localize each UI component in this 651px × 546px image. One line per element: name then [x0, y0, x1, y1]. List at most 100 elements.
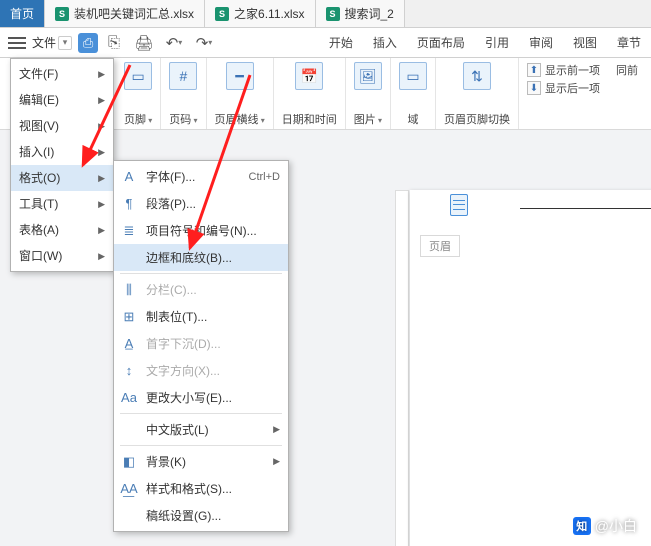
menu2-label: 制表位(T)... — [146, 308, 207, 325]
tab-home[interactable]: 首页 — [0, 0, 45, 27]
menu2-item[interactable]: ¶段落(P)... — [114, 190, 288, 217]
print-preview-icon[interactable]: ⎘ — [100, 29, 128, 57]
zhihu-icon: 知 — [573, 517, 591, 535]
ribbon-tab-insert[interactable]: 插入 — [363, 28, 407, 58]
menu2-item[interactable]: 边框和底纹(B)... — [114, 244, 288, 271]
menu2-label: 背景(K) — [146, 453, 186, 470]
ribbon-tab-view[interactable]: 视图 — [563, 28, 607, 58]
menu2-item[interactable]: 稿纸设置(G)... — [114, 502, 288, 529]
file-menu-button[interactable]: 文件▾ — [28, 34, 76, 51]
menu1-label: 表格(A) — [19, 217, 59, 243]
show-next-button[interactable]: ⬇显示后一项 — [527, 80, 600, 96]
next-icon: ⬇ — [527, 81, 541, 95]
menu2-item[interactable]: Aa更改大小写(E)... — [114, 384, 288, 411]
menu-item-icon: ⫼ — [120, 281, 138, 299]
chevron-down-icon: ▾ — [58, 36, 72, 50]
menu-item-icon: ◧ — [120, 453, 138, 471]
watermark-text: @小白 — [595, 516, 637, 536]
header-line-icon: ━ — [226, 62, 254, 90]
menu1-label: 插入(I) — [19, 139, 54, 165]
menu2-item[interactable]: 中文版式(L)▶ — [114, 416, 288, 443]
page-footer-icon: ▭ — [124, 62, 152, 90]
menu1-label: 文件(F) — [19, 61, 58, 87]
submenu-arrow-icon: ▶ — [98, 87, 105, 113]
menu1-label: 编辑(E) — [19, 87, 59, 113]
ribbon-tab-start[interactable]: 开始 — [319, 28, 363, 58]
label: 页脚 — [124, 114, 146, 126]
header-tag: 页眉 — [420, 235, 460, 257]
menu2-label: 边框和底纹(B)... — [146, 249, 232, 266]
menu-item-icon: ≣ — [120, 222, 138, 240]
menu1-item[interactable]: 编辑(E) ▶ — [11, 87, 113, 113]
menu2-item[interactable]: A字体(F)...Ctrl+D — [114, 163, 288, 190]
label: 域 — [408, 111, 419, 127]
menu2-item[interactable]: ≣ 项目符号和编号(N)... — [114, 217, 288, 244]
menu-item-icon: A̲ — [120, 335, 138, 353]
ribbon-picture[interactable]: 🖼图片 ▾ — [346, 58, 391, 129]
menu-item-icon: Aa — [120, 389, 138, 407]
format-submenu: A字体(F)...Ctrl+D¶段落(P)... ≣ 项目符号和编号(N)... 边框… — [113, 160, 289, 532]
xls-icon: S — [326, 7, 340, 21]
menu1-item[interactable]: 工具(T)▶ — [11, 191, 113, 217]
header-border — [520, 208, 651, 209]
menu-item-icon — [120, 249, 138, 267]
same-prev-button: 同前 — [616, 62, 638, 78]
menu2-label: 样式和格式(S)... — [146, 480, 232, 497]
label: 页眉页脚切换 — [444, 111, 510, 127]
picture-icon: 🖼 — [354, 62, 382, 90]
ribbon-datetime[interactable]: 📅日期和时间 — [274, 58, 346, 129]
ribbon-tab-layout[interactable]: 页面布局 — [407, 28, 475, 58]
ribbon-field[interactable]: ▭域 — [391, 58, 436, 129]
ribbon-page-footer[interactable]: ▭页脚 ▾ — [116, 58, 161, 129]
menu2-item[interactable]: A͟A 样式和格式(S)... — [114, 475, 288, 502]
hf-switch-icon: ⇅ — [463, 62, 491, 90]
tab-label: 装机吧关键词汇总.xlsx — [74, 5, 194, 22]
header-options-icon[interactable] — [450, 194, 468, 216]
menu1-label: 工具(T) — [19, 191, 58, 217]
menu2-label: 字体(F)... — [146, 168, 195, 185]
ribbon-hf-switch[interactable]: ⇅ 页眉页脚切换 — [436, 58, 519, 129]
submenu-arrow-icon: ▶ — [273, 424, 280, 435]
menu1-label: 视图(V) — [19, 113, 59, 139]
menu2-label: 段落(P)... — [146, 195, 196, 212]
menu1-item[interactable]: 窗口(W)▶ — [11, 243, 113, 269]
submenu-arrow-icon: ▶ — [98, 113, 105, 139]
ribbon-page-number[interactable]: #页码 ▾ — [161, 58, 206, 129]
menu1-item[interactable]: 插入(I)▶ — [11, 139, 113, 165]
ribbon-header-line[interactable]: ━页眉横线 ▾ — [207, 58, 274, 129]
xls-icon: S — [55, 7, 69, 21]
save-icon[interactable]: ⎙ — [78, 33, 98, 53]
ribbon-tab-reference[interactable]: 引用 — [475, 28, 519, 58]
menu1-label: 格式(O) — [19, 165, 60, 191]
page-number-icon: # — [169, 62, 197, 90]
menu2-label: 项目符号和编号(N)... — [146, 222, 257, 239]
ribbon-tab-review[interactable]: 审阅 — [519, 28, 563, 58]
menu2-label: 分栏(C)... — [146, 281, 197, 298]
ribbon-tab-chapter[interactable]: 章节 — [607, 28, 651, 58]
menu1-item[interactable]: 表格(A)▶ — [11, 217, 113, 243]
tab-file-1[interactable]: S之家6.11.xlsx — [205, 0, 315, 27]
vertical-ruler — [395, 190, 409, 546]
menu1-item[interactable]: 视图(V) ▶ — [11, 113, 113, 139]
menu2-label: 文字方向(X)... — [146, 362, 220, 379]
menu1-item[interactable]: 文件(F)▶ — [11, 61, 113, 87]
menu2-label: 稿纸设置(G)... — [146, 507, 221, 524]
watermark: 知@小白 — [573, 516, 637, 536]
label: 图片 — [354, 114, 376, 126]
tab-file-0[interactable]: S 装机吧关键词汇总.xlsx — [45, 0, 205, 27]
calendar-icon: 📅 — [295, 62, 323, 90]
menu2-label: 首字下沉(D)... — [146, 335, 221, 352]
undo-icon[interactable]: ↶▾ — [160, 29, 188, 57]
menu2-item[interactable]: ⊞ 制表位(T)... — [114, 303, 288, 330]
menu2-item: ⫼ 分栏(C)... — [114, 276, 288, 303]
menu-item-icon: A͟A — [120, 480, 138, 498]
show-prev-button[interactable]: ⬆显示前一项 — [527, 62, 600, 78]
menu1-item[interactable]: 格式(O)▶ — [11, 165, 113, 191]
menu2-item[interactable]: ◧背景(K)▶ — [114, 448, 288, 475]
redo-icon[interactable]: ↷▾ — [190, 29, 218, 57]
print-icon[interactable]: 🖨 — [130, 29, 158, 57]
hamburger-icon[interactable] — [8, 34, 26, 52]
menu-item-icon: ⊞ — [120, 308, 138, 326]
tab-file-2[interactable]: S搜索词_2 — [316, 0, 405, 27]
menu-item-icon: ↕ — [120, 362, 138, 380]
